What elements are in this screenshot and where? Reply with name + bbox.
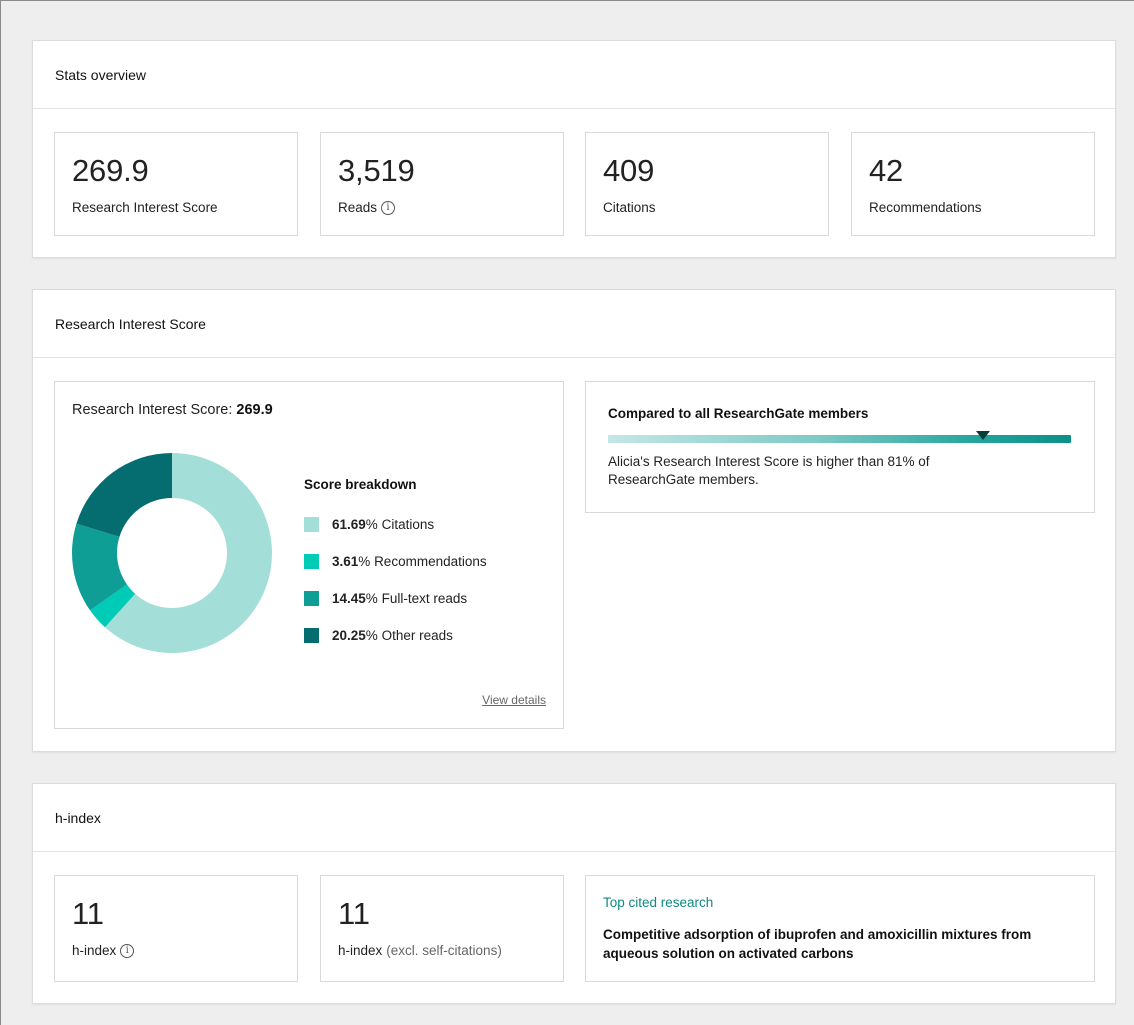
top-cited-panel[interactable]: Top cited research Competitive adsorptio…	[585, 875, 1095, 982]
stat-value: 3,519	[338, 153, 415, 188]
research-interest-title: Research Interest Score	[33, 290, 1115, 358]
info-icon[interactable]: i	[120, 943, 135, 958]
stats-overview-card: Stats overview 269.9 Research Interest S…	[32, 40, 1116, 258]
legend-swatch	[304, 628, 319, 643]
h-index-card: h-index 11 h-index i 11 h-index (excl. s…	[32, 783, 1116, 1004]
stat-tile-research-interest[interactable]: 269.9 Research Interest Score	[54, 132, 298, 236]
legend-item-full-text-reads: 14.45% Full-text reads	[304, 580, 487, 617]
top-cited-title-link[interactable]: Competitive adsorption of ibuprofen and …	[603, 925, 1083, 963]
score-breakdown-legend: Score breakdown 61.69% Citations 3.61% R…	[304, 477, 487, 654]
h-index-title: h-index	[33, 784, 1115, 852]
percentile-marker-icon	[976, 431, 991, 440]
h-index-label: h-index i	[72, 943, 135, 958]
legend-swatch	[304, 554, 319, 569]
score-donut-chart	[72, 453, 272, 653]
score-heading: Research Interest Score: 269.9	[72, 402, 273, 418]
stat-label: Citations	[603, 200, 656, 215]
legend-swatch	[304, 517, 319, 532]
research-interest-card: Research Interest Score Research Interes…	[32, 289, 1116, 752]
stat-label: Reads i	[338, 200, 396, 215]
stat-value: 269.9	[72, 153, 149, 188]
score-breakdown-title: Score breakdown	[304, 477, 417, 492]
stat-label: Research Interest Score	[72, 200, 218, 215]
percentile-bar	[608, 431, 1071, 443]
top-cited-label: Top cited research	[603, 895, 714, 910]
stat-tile-reads[interactable]: 3,519 Reads i	[320, 132, 564, 236]
view-details-link[interactable]: View details	[482, 693, 546, 707]
stat-value: 42	[869, 153, 904, 188]
comparison-text: Alicia's Research Interest Score is high…	[608, 454, 930, 487]
stat-label: Recommendations	[869, 200, 982, 215]
h-index-tile[interactable]: 11 h-index i	[54, 875, 298, 982]
h-index-excl-tile[interactable]: 11 h-index (excl. self-citations)	[320, 875, 564, 982]
comparison-title: Compared to all ResearchGate members	[608, 406, 869, 421]
h-index-excl-value: 11	[338, 896, 370, 931]
legend-swatch	[304, 591, 319, 606]
info-icon[interactable]: i	[381, 200, 396, 215]
legend-item-other-reads: 20.25% Other reads	[304, 617, 487, 654]
h-index-excl-label: h-index (excl. self-citations)	[338, 943, 502, 958]
h-index-value: 11	[72, 896, 104, 931]
stat-tile-recommendations[interactable]: 42 Recommendations	[851, 132, 1095, 236]
legend-item-citations: 61.69% Citations	[304, 506, 487, 543]
donut-slice-other-reads[interactable]	[76, 453, 172, 537]
score-breakdown-panel: Research Interest Score: 269.9 Score bre…	[54, 381, 564, 729]
legend-item-recommendations: 3.61% Recommendations	[304, 543, 487, 580]
comparison-panel: Compared to all ResearchGate members Ali…	[585, 381, 1095, 513]
stat-tile-citations[interactable]: 409 Citations	[585, 132, 829, 236]
stat-value: 409	[603, 153, 655, 188]
stats-overview-title: Stats overview	[33, 41, 1115, 109]
